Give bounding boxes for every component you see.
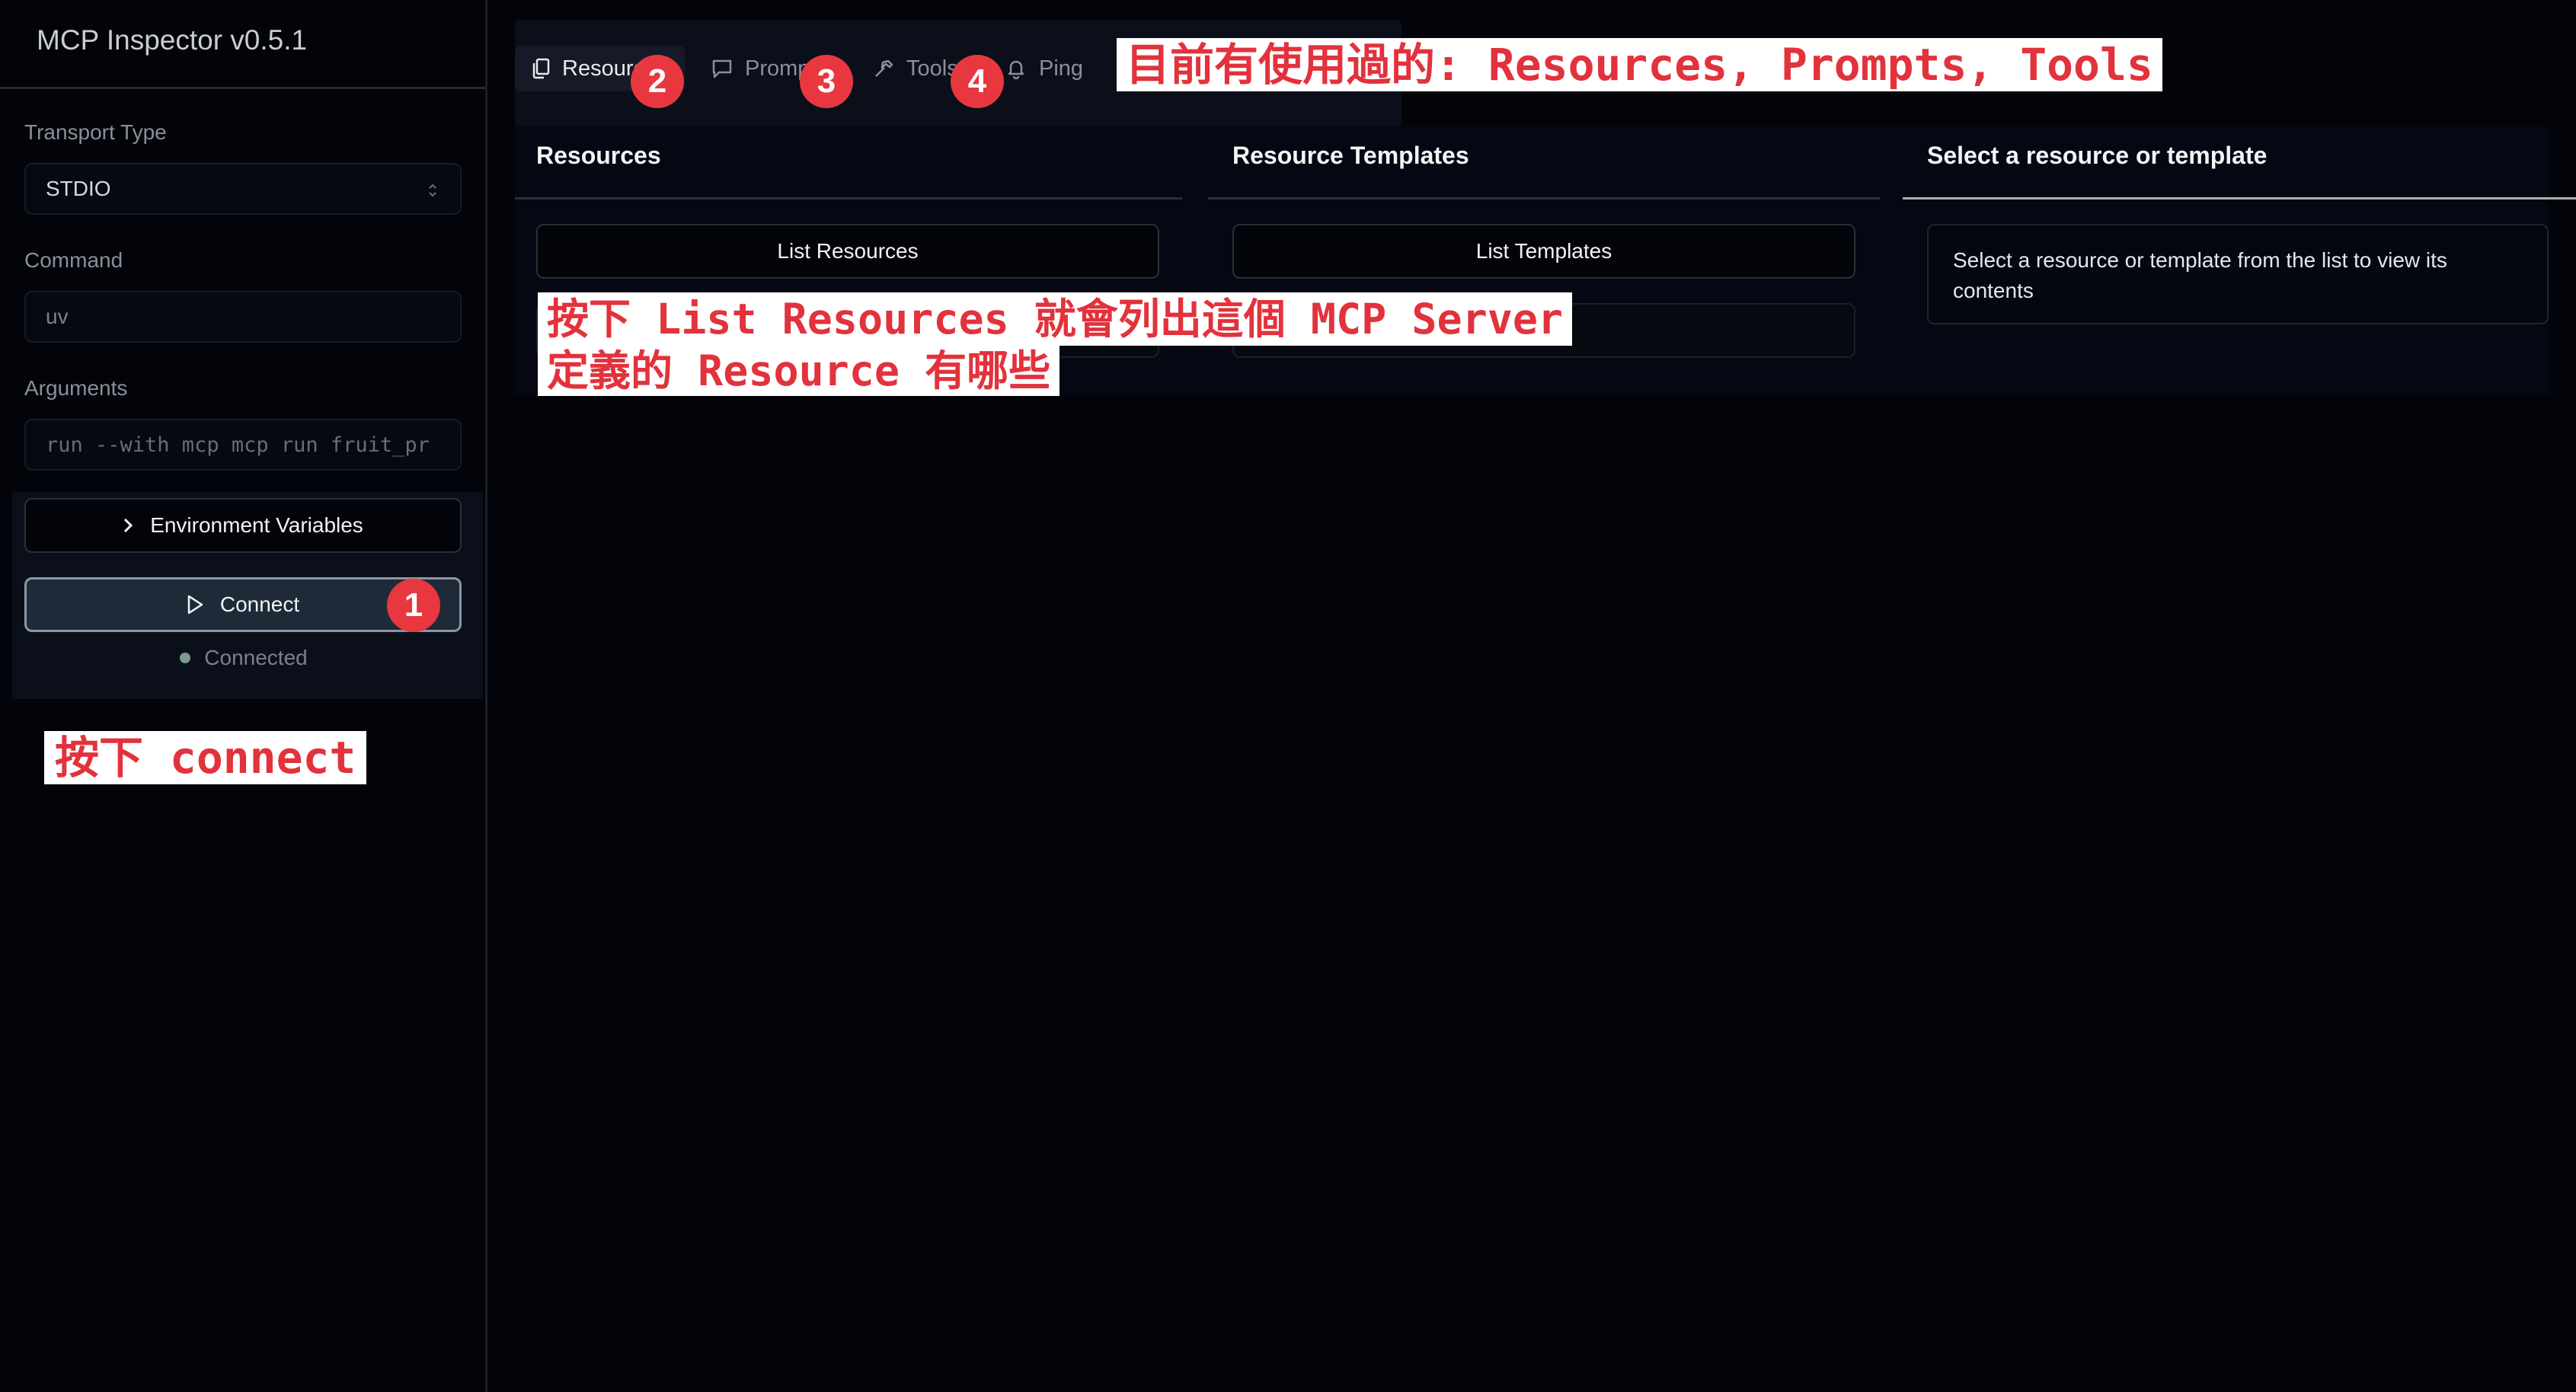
- command-label: Command: [24, 248, 123, 272]
- connect-label: Connect: [219, 592, 300, 616]
- command-input[interactable]: uv: [24, 291, 462, 343]
- detail-divider: [1903, 197, 2576, 200]
- transport-type-label: Transport Type: [24, 120, 167, 144]
- play-icon: [187, 595, 203, 615]
- sidebar: MCP Inspector v0.5.1 Transport Type STDI…: [0, 0, 487, 1392]
- arguments-input[interactable]: run --with mcp mcp run fruit_pr: [24, 419, 462, 471]
- templates-divider: [1208, 197, 1880, 200]
- annotation-list-resources-1: 按下 List Resources 就會列出這個 MCP Server: [538, 292, 1573, 346]
- title-divider: [0, 87, 485, 89]
- message-icon: [712, 59, 732, 78]
- resource-detail-text: Select a resource or template from the l…: [1953, 248, 2447, 302]
- step-badge-3: 3: [800, 55, 853, 108]
- command-value: uv: [46, 305, 69, 328]
- list-resources-button[interactable]: List Resources: [536, 224, 1159, 279]
- resource-detail-box: Select a resource or template from the l…: [1927, 224, 2549, 324]
- hammer-icon: [875, 59, 893, 77]
- arguments-value: run --with mcp mcp run fruit_pr: [46, 433, 430, 457]
- tab-ping[interactable]: Ping: [989, 46, 1100, 91]
- annotation-used-tabs: 目前有使用過的: Resources, Prompts, Tools: [1117, 38, 2162, 91]
- environment-variables-button[interactable]: Environment Variables: [24, 498, 462, 553]
- resource-templates-title: Resource Templates: [1232, 142, 1469, 169]
- resources-title: Resources: [536, 142, 661, 169]
- arguments-label: Arguments: [24, 376, 128, 400]
- environment-variables-label: Environment Variables: [150, 513, 363, 537]
- step-badge-1: 1: [387, 579, 440, 632]
- annotation-connect: 按下 connect: [44, 731, 367, 784]
- connection-status-text: Connected: [204, 646, 308, 669]
- chevron-right-icon: [124, 518, 133, 533]
- tab-ping-label: Ping: [1039, 56, 1084, 81]
- app-title: MCP Inspector v0.5.1: [37, 24, 308, 56]
- step-badge-4: 4: [951, 55, 1004, 108]
- transport-type-value: STDIO: [46, 177, 111, 200]
- transport-type-select[interactable]: STDIO: [24, 163, 462, 215]
- connection-status: Connected: [0, 646, 487, 670]
- detail-title: Select a resource or template: [1927, 142, 2268, 169]
- step-badge-2: 2: [631, 55, 684, 108]
- annotation-list-resources-2: 定義的 Resource 有哪些: [538, 346, 1060, 396]
- page: MCP Inspector v0.5.1 Transport Type STDI…: [0, 0, 2576, 1392]
- status-dot-icon: [180, 653, 191, 663]
- list-templates-button[interactable]: List Templates: [1232, 224, 1855, 279]
- resources-divider: [515, 197, 1182, 200]
- chevron-up-down-icon: [429, 184, 436, 197]
- bell-icon: [1008, 60, 1024, 79]
- file-copy-icon: [532, 58, 550, 79]
